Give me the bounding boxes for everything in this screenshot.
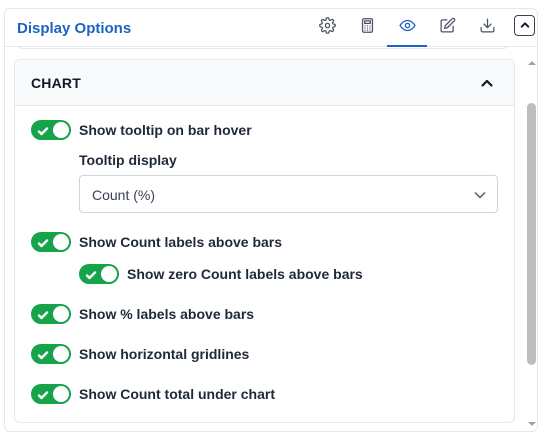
scroll-up-arrow-icon[interactable] [527, 55, 537, 65]
check-icon [37, 124, 49, 136]
eye-icon [398, 17, 416, 39]
percent-labels-toggle[interactable] [31, 304, 71, 324]
display-view-button[interactable] [387, 9, 427, 47]
check-icon [37, 388, 49, 400]
display-options-panel: Display Options CHART Show tooltip on ba… [4, 8, 538, 432]
options-scroll-area: CHART Show tooltip on bar hover Tooltip … [5, 47, 525, 431]
tooltip-display-select[interactable]: Count (%) [79, 175, 498, 213]
zero-count-labels-option: Show zero Count labels above bars [79, 264, 363, 284]
toggle-knob [53, 386, 69, 402]
tooltip-hover-option: Show tooltip on bar hover [31, 120, 252, 140]
check-icon [37, 308, 49, 320]
chevron-down-icon [473, 188, 487, 202]
collapse-panel-button[interactable] [514, 15, 535, 36]
tooltip-hover-toggle[interactable] [31, 120, 71, 140]
settings-button[interactable] [307, 9, 347, 47]
calculator-icon [359, 17, 376, 39]
check-icon [37, 236, 49, 248]
count-labels-label: Show Count labels above bars [79, 234, 283, 250]
chart-section-header[interactable]: CHART [15, 60, 514, 106]
zero-count-labels-label: Show zero Count labels above bars [127, 266, 363, 282]
toggle-knob [53, 122, 69, 138]
tooltip-display-value: Count (%) [92, 187, 156, 203]
section-title: CHART [31, 75, 81, 91]
toggle-knob [53, 346, 69, 362]
previous-section-card [17, 47, 509, 49]
gear-icon [318, 17, 336, 39]
panel-header: Display Options [5, 9, 537, 47]
chart-section: CHART Show tooltip on bar hover Tooltip … [14, 59, 515, 423]
chevron-up-icon [480, 76, 494, 90]
count-total-toggle[interactable] [31, 384, 71, 404]
scroll-down-arrow-icon[interactable] [527, 416, 537, 426]
zero-count-labels-toggle[interactable] [79, 264, 119, 284]
count-labels-toggle[interactable] [31, 232, 71, 252]
toggle-knob [101, 266, 117, 282]
tooltip-hover-label: Show tooltip on bar hover [79, 122, 252, 138]
horizontal-gridlines-toggle[interactable] [31, 344, 71, 364]
count-total-label: Show Count total under chart [79, 386, 275, 402]
chevron-up-icon [520, 17, 530, 35]
toggle-knob [53, 306, 69, 322]
toggle-knob [53, 234, 69, 250]
horizontal-gridlines-option: Show horizontal gridlines [31, 344, 249, 364]
scrollbar-thumb[interactable] [527, 103, 536, 365]
panel-title: Display Options [17, 20, 132, 37]
check-icon [37, 348, 49, 360]
edit-button[interactable] [427, 9, 467, 47]
count-labels-option: Show Count labels above bars [31, 232, 282, 252]
count-total-option: Show Count total under chart [31, 384, 275, 404]
horizontal-gridlines-label: Show horizontal gridlines [79, 346, 250, 362]
vertical-scrollbar[interactable] [525, 47, 537, 431]
edit-icon [439, 17, 456, 39]
percent-labels-label: Show % labels above bars [79, 306, 255, 322]
check-icon [85, 268, 97, 280]
calculator-button[interactable] [347, 9, 387, 47]
percent-labels-option: Show % labels above bars [31, 304, 254, 324]
download-icon [479, 17, 496, 39]
download-button[interactable] [467, 9, 507, 47]
tooltip-display-label: Tooltip display [79, 152, 177, 168]
